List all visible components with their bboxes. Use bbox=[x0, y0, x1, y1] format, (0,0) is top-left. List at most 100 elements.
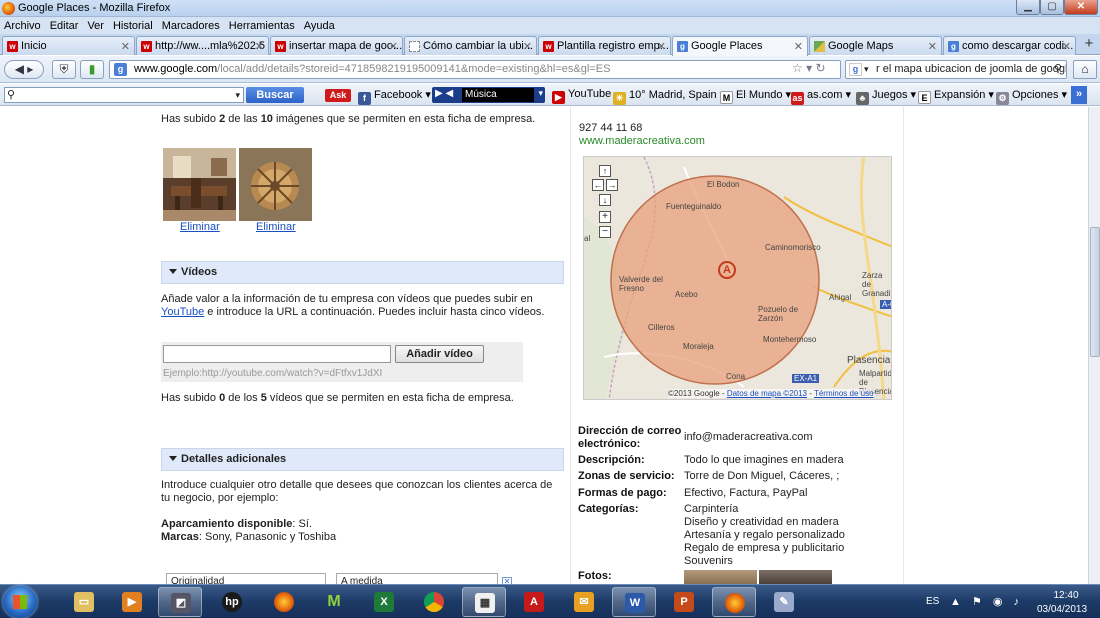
toolbar-el-mundo[interactable]: M El Mundo ▾ bbox=[720, 88, 791, 104]
taskbar-app[interactable]: ◩ bbox=[158, 587, 202, 617]
taskbar-acrobat[interactable]: A bbox=[512, 587, 556, 617]
toolbar-overflow-button[interactable]: » bbox=[1071, 86, 1087, 104]
pan-right-icon[interactable]: → bbox=[606, 179, 618, 191]
maximize-button[interactable]: ▢ bbox=[1040, 0, 1064, 15]
toolbar-opciones[interactable]: ⚙ Opciones ▾ bbox=[996, 88, 1067, 105]
close-tab-icon[interactable]: ✕ bbox=[523, 40, 532, 53]
minimize-button[interactable]: ▁ bbox=[1016, 0, 1040, 15]
add-video-button[interactable]: Añadir vídeo bbox=[395, 345, 484, 363]
taskbar-firefox[interactable] bbox=[262, 587, 306, 617]
menu-marcadores[interactable]: Marcadores bbox=[162, 20, 220, 32]
language-indicator[interactable]: ES bbox=[926, 596, 939, 607]
url-bar[interactable]: g www.google.com/local/add/details?store… bbox=[109, 60, 841, 79]
tab-insertar-mapa[interactable]: w insertar mapa de goo... ✕ bbox=[270, 36, 403, 55]
detail-key-input[interactable]: Originalidad bbox=[166, 573, 326, 584]
clock-time[interactable]: 12:40 bbox=[1040, 590, 1092, 601]
collapse-triangle-icon bbox=[169, 269, 177, 274]
menu-archivo[interactable]: Archivo bbox=[4, 20, 41, 32]
taskbar-firefox-active[interactable] bbox=[712, 587, 756, 617]
youtube-link[interactable]: YouTube bbox=[161, 306, 204, 318]
ask-icon[interactable]: Ask bbox=[325, 86, 354, 102]
taskbar-chrome[interactable] bbox=[412, 587, 456, 617]
taskbar-hp[interactable]: hp bbox=[210, 587, 254, 617]
uploaded-image-thumbnail[interactable] bbox=[163, 148, 236, 221]
close-tab-icon[interactable]: ✕ bbox=[794, 40, 803, 53]
pan-down-icon[interactable]: ↓ bbox=[599, 194, 611, 206]
menu-historial[interactable]: Historial bbox=[113, 20, 153, 32]
tab-joomla[interactable]: w http://ww....mla%202.5 ✕ bbox=[136, 36, 269, 55]
remove-detail-icon[interactable]: ✕ bbox=[502, 577, 512, 584]
toolbar-expansion[interactable]: E Expansión ▾ bbox=[918, 88, 994, 104]
toolbar-weather[interactable]: ☀10° Madrid, Spain ▾ bbox=[613, 88, 725, 105]
pan-left-icon[interactable]: ← bbox=[592, 179, 604, 191]
close-tab-icon[interactable]: ✕ bbox=[1062, 40, 1071, 53]
close-window-button[interactable]: ✕ bbox=[1064, 0, 1098, 15]
pan-up-icon[interactable]: ↑ bbox=[599, 165, 611, 177]
search-icon[interactable]: ⚲ bbox=[1054, 61, 1062, 78]
toolbar-facebook[interactable]: f Facebook ▾ bbox=[358, 88, 431, 105]
clock-date[interactable]: 03/04/2013 bbox=[1030, 604, 1094, 615]
video-url-input[interactable] bbox=[163, 345, 391, 363]
taskbar-paint[interactable]: ✎ bbox=[762, 587, 806, 617]
back-forward-button[interactable]: ◀ ▸ bbox=[4, 60, 44, 79]
toolbar-search-input[interactable]: ⚲ ▾ bbox=[4, 87, 244, 103]
close-tab-icon[interactable]: ✕ bbox=[928, 40, 937, 53]
system-tray-icons[interactable]: ▲ ⚑ ◉ ♪ bbox=[950, 595, 1023, 608]
delete-image-1-link[interactable]: Eliminar bbox=[180, 221, 220, 233]
start-button[interactable] bbox=[3, 586, 37, 618]
photo-thumbnail[interactable] bbox=[759, 570, 832, 584]
uploaded-image-thumbnail[interactable] bbox=[239, 148, 312, 221]
scrollbar-thumb[interactable] bbox=[1090, 227, 1100, 357]
taskbar-word[interactable]: W bbox=[612, 587, 656, 617]
taskbar-powerpoint[interactable]: P bbox=[662, 587, 706, 617]
search-icon: ⚲ bbox=[7, 89, 16, 101]
menu-editar[interactable]: Editar bbox=[50, 20, 79, 32]
tab-como-cambiar[interactable]: Cómo cambiar la ubi... ✕ bbox=[404, 36, 537, 55]
field-value-description: Todo lo que imagines en madera bbox=[684, 454, 844, 466]
zoom-in-icon[interactable]: + bbox=[599, 211, 611, 223]
toolbar-music-player[interactable]: ▶ ◀ Música ▾ bbox=[432, 87, 545, 103]
videos-section-header[interactable]: Vídeos bbox=[161, 261, 564, 284]
taskbar-movistar[interactable]: M bbox=[312, 587, 356, 617]
close-tab-icon[interactable]: ✕ bbox=[255, 40, 264, 53]
tab-inicio[interactable]: w Inicio ✕ bbox=[2, 36, 135, 55]
taskbar-calendar[interactable]: ▦ bbox=[462, 587, 506, 617]
close-tab-icon[interactable]: ✕ bbox=[657, 40, 666, 53]
details-section-header[interactable]: Detalles adicionales bbox=[161, 448, 564, 471]
home-button[interactable]: ⌂ bbox=[1073, 60, 1097, 79]
photo-thumbnail[interactable] bbox=[684, 570, 757, 584]
taskbar-explorer[interactable]: ▭ bbox=[62, 587, 106, 617]
tab-como-descargar[interactable]: g como descargar codi... ✕ bbox=[943, 36, 1076, 55]
zoom-out-icon[interactable]: − bbox=[599, 226, 611, 238]
tab-plantilla[interactable]: w Plantilla registro emp... ✕ bbox=[538, 36, 671, 55]
addon-icon[interactable]: ⛨ bbox=[52, 60, 76, 79]
menu-herramientas[interactable]: Herramientas bbox=[229, 20, 295, 32]
taskbar-media-player[interactable]: ▶ bbox=[110, 587, 154, 617]
toolbar-youtube[interactable]: ▶ YouTube bbox=[552, 88, 611, 104]
map-marker-icon[interactable]: A bbox=[718, 261, 736, 279]
close-tab-icon[interactable]: ✕ bbox=[121, 40, 130, 53]
tab-google-places[interactable]: g Google Places ✕ bbox=[672, 36, 808, 56]
buscar-button[interactable]: Buscar bbox=[246, 87, 304, 103]
map-terms-link[interactable]: Términos de uso bbox=[814, 389, 874, 398]
taskbar-excel[interactable]: X bbox=[362, 587, 406, 617]
detail-value-input[interactable]: A medida bbox=[336, 573, 498, 584]
page-scrollbar[interactable] bbox=[1088, 107, 1100, 584]
toolbar-juegos[interactable]: ♣ Juegos ▾ bbox=[856, 88, 916, 105]
signal-bars-icon[interactable]: ▮ bbox=[80, 60, 104, 79]
new-tab-button[interactable]: + bbox=[1079, 36, 1099, 54]
business-website[interactable]: www.maderacreativa.com bbox=[579, 135, 705, 147]
bookmark-star-icon[interactable]: ☆ ▾ ↻ bbox=[792, 61, 826, 75]
search-bar[interactable]: g ▾ r el mapa ubicacion de joomla de goo… bbox=[845, 60, 1067, 79]
chevron-down-icon[interactable]: ▾ bbox=[538, 88, 543, 99]
menu-ayuda[interactable]: Ayuda bbox=[304, 20, 335, 32]
close-tab-icon[interactable]: ✕ bbox=[389, 40, 398, 53]
taskbar-outlook[interactable]: ✉ bbox=[562, 587, 606, 617]
business-map[interactable]: El Bodon Fuenteguinaldo Caminomorisco Za… bbox=[583, 156, 892, 400]
play-icon[interactable]: ▶ ◀ bbox=[435, 88, 453, 99]
toolbar-as[interactable]: as as.com ▾ bbox=[791, 88, 851, 105]
map-data-link[interactable]: Datos de mapa ©2013 bbox=[727, 389, 807, 398]
menu-ver[interactable]: Ver bbox=[87, 20, 104, 32]
delete-image-2-link[interactable]: Eliminar bbox=[256, 221, 296, 233]
tab-google-maps[interactable]: Google Maps ✕ bbox=[809, 36, 942, 55]
